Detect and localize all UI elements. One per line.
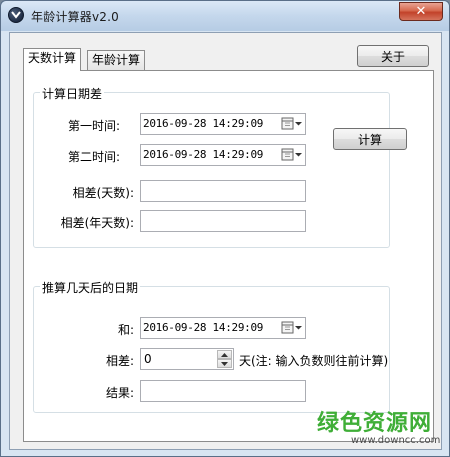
spinner-arrows[interactable]: [217, 350, 232, 368]
base-date-value: 2016-09-28 14:29:09: [143, 321, 264, 334]
calendar-dropdown-icon[interactable]: [281, 320, 303, 336]
tab-label: 年龄计算: [92, 53, 141, 67]
tab-days-calc[interactable]: 天数计算: [23, 48, 82, 71]
offset-label: 相差:: [105, 354, 134, 368]
spin-down-icon[interactable]: [217, 359, 232, 368]
result-field[interactable]: [140, 380, 306, 402]
close-icon: ✕: [415, 4, 427, 19]
calculate-label: 计算: [357, 132, 382, 147]
second-time-picker[interactable]: 2016-09-28 14:29:09: [140, 144, 306, 166]
offset-days-value: 0: [144, 352, 152, 366]
window-title: 年龄计算器v2.0: [31, 10, 119, 24]
base-date-picker[interactable]: 2016-09-28 14:29:09: [140, 317, 306, 339]
second-time-value: 2016-09-28 14:29:09: [143, 148, 264, 161]
title-bar[interactable]: 年龄计算器v2.0 ✕: [1, 1, 449, 31]
about-label: 关于: [380, 49, 405, 64]
calculate-button[interactable]: 计算: [333, 128, 407, 150]
result-label: 结果:: [105, 386, 134, 400]
client-area: 天数计算 年龄计算 关于 计算日期差 第一时间: 2016-09-28 14:2…: [9, 32, 442, 450]
watermark-url: www.downcc.com: [351, 435, 441, 446]
first-time-value: 2016-09-28 14:29:09: [143, 117, 264, 130]
about-button[interactable]: 关于: [357, 45, 429, 67]
years-diff-label: 相差(年天数):: [60, 216, 134, 230]
offset-note: 天(注: 输入负数则往前计算): [239, 354, 389, 368]
first-time-label: 第一时间:: [68, 119, 121, 133]
group-legend: 计算日期差: [40, 85, 105, 102]
tab-label: 天数计算: [28, 51, 77, 65]
calendar-dropdown-icon[interactable]: [281, 116, 303, 132]
tab-panel-days: 计算日期差 第一时间: 2016-09-28 14:29:09 第二时间: 20…: [23, 70, 434, 442]
close-button[interactable]: ✕: [399, 2, 443, 21]
tab-age-calc[interactable]: 年龄计算: [87, 50, 146, 71]
second-time-label: 第二时间:: [68, 150, 121, 164]
calendar-dropdown-icon[interactable]: [281, 147, 303, 163]
days-diff-label: 相差(天数):: [72, 186, 134, 200]
first-time-picker[interactable]: 2016-09-28 14:29:09: [140, 113, 306, 135]
and-label: 和:: [117, 323, 134, 337]
offset-days-spinner[interactable]: 0: [140, 348, 234, 370]
years-diff-field[interactable]: [140, 210, 306, 232]
group-legend: 推算几天后的日期: [40, 279, 141, 296]
watermark-title: 绿色资源网: [317, 411, 433, 436]
days-diff-field[interactable]: [140, 180, 306, 202]
watermark-logo: 绿色资源网 www.downcc.com: [317, 405, 445, 453]
app-window: 年龄计算器v2.0 ✕ 天数计算 年龄计算 关于 计算日期差 第一时间: 201…: [0, 0, 450, 457]
spin-up-icon[interactable]: [217, 350, 232, 359]
app-chevron-icon[interactable]: [8, 7, 24, 23]
